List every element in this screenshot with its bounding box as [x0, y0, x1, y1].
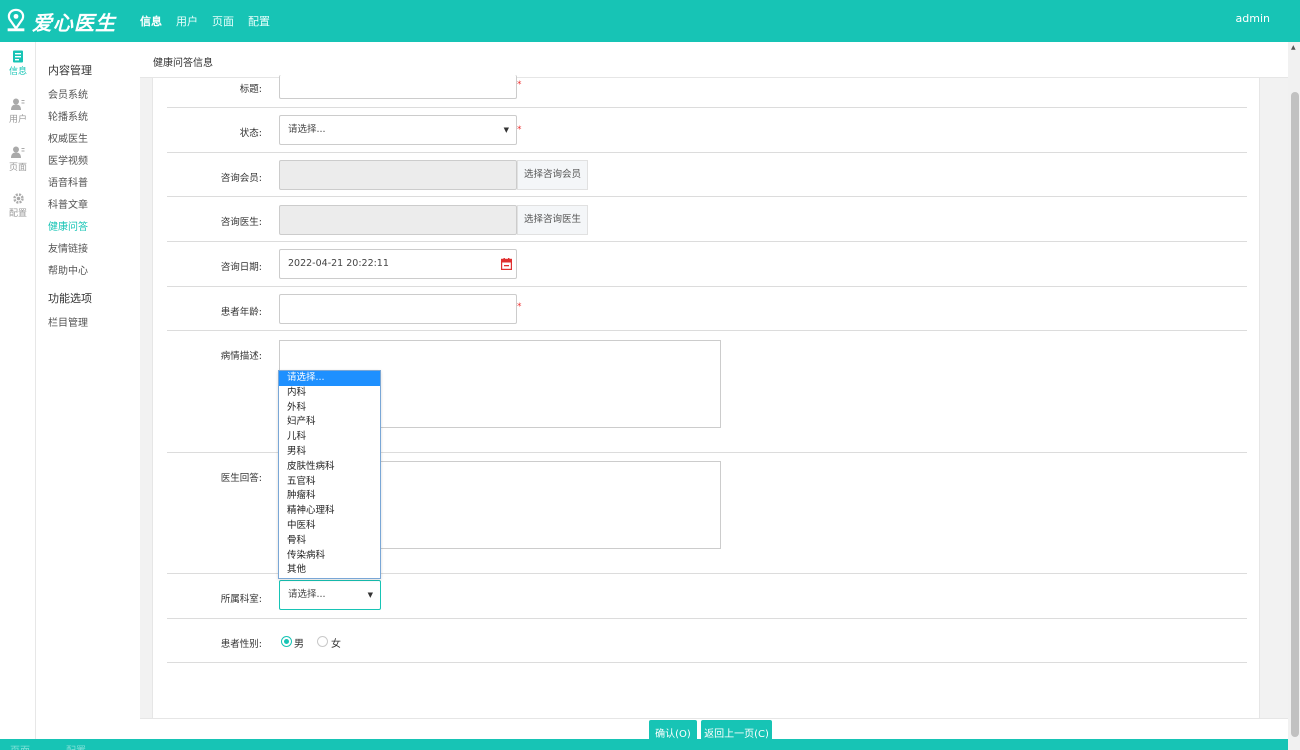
department-select[interactable]: 请选择... ▼ — [279, 580, 381, 610]
rail-item-info[interactable]: 信息 — [0, 50, 36, 77]
title-label: 标题: — [239, 84, 262, 95]
top-nav: 信息 用户 页面 配置 — [140, 0, 284, 42]
dropdown-option[interactable]: 儿科 — [279, 430, 380, 445]
menu-item-links[interactable]: 友情链接 — [48, 240, 88, 255]
row-divider — [167, 330, 1247, 331]
select-member-button[interactable]: 选择咨询会员 — [517, 160, 588, 190]
dropdown-option[interactable]: 皮肤性病科 — [279, 460, 380, 475]
icon-rail: 信息 用户 页面 配置 — [0, 42, 36, 750]
doctor-input[interactable] — [279, 205, 517, 235]
description-label: 病情描述: — [220, 351, 262, 362]
calendar-icon[interactable] — [501, 258, 512, 270]
required-mark: * — [517, 125, 522, 135]
footer-bar: 页面 配置 — [0, 739, 1300, 750]
gear-icon — [12, 193, 24, 204]
gender-option-label: 男 — [294, 639, 304, 650]
menu-group-functions: 功能选项 — [48, 292, 92, 305]
gender-radio-male[interactable] — [281, 636, 292, 647]
rail-label: 信息 — [8, 67, 27, 77]
dropdown-option[interactable]: 骨科 — [279, 534, 380, 549]
status-select-value: 请选择... — [288, 124, 326, 135]
status-label: 状态: — [239, 128, 262, 139]
menu-item-members[interactable]: 会员系统 — [48, 86, 88, 101]
dropdown-option[interactable]: 精神心理科 — [279, 504, 380, 519]
side-menu: 内容管理 会员系统 轮播系统 权威医生 医学视频 语音科普 科普文章 健康问答 … — [36, 42, 140, 750]
select-doctor-button[interactable]: 选择咨询医生 — [517, 205, 588, 235]
row-divider — [167, 241, 1247, 242]
menu-item-videos[interactable]: 医学视频 — [48, 152, 88, 167]
member-input[interactable] — [279, 160, 517, 190]
chevron-down-icon: ▼ — [503, 126, 509, 134]
menu-item-qa[interactable]: 健康问答 — [48, 218, 88, 233]
row-divider — [167, 662, 1247, 663]
top-bar: 爱心医生 信息 用户 页面 配置 admin — [0, 0, 1300, 42]
doctor-label: 咨询医生: — [220, 217, 262, 228]
scrollbar-thumb[interactable] — [1291, 92, 1299, 737]
brand-logo[interactable]: 爱心医生 — [4, 6, 116, 36]
row-divider — [167, 152, 1247, 153]
dropdown-option[interactable]: 外科 — [279, 401, 380, 416]
dropdown-option[interactable]: 内科 — [279, 386, 380, 401]
dropdown-option[interactable]: 中医科 — [279, 519, 380, 534]
required-mark: * — [517, 302, 522, 312]
gender-option-label: 女 — [331, 639, 341, 650]
topnav-item-users[interactable]: 用户 — [176, 13, 198, 29]
row-divider — [167, 196, 1247, 197]
dropdown-option[interactable]: 其他 — [279, 563, 380, 578]
rail-label: 用户 — [8, 115, 27, 125]
topnav-item-info[interactable]: 信息 — [140, 13, 162, 29]
gender-label: 患者性别: — [220, 639, 262, 650]
page-title: 健康问答信息 — [153, 58, 213, 69]
footer-item-config[interactable]: 配置 — [66, 742, 86, 750]
rail-label: 页面 — [8, 163, 27, 173]
date-value: 2022-04-21 20:22:11 — [288, 258, 389, 269]
department-select-value: 请选择... — [288, 589, 326, 600]
footer-item-pages[interactable]: 页面 — [10, 742, 30, 750]
row-divider — [167, 286, 1247, 287]
scroll-up-arrow-icon[interactable]: ▲ — [1291, 44, 1296, 51]
date-label: 咨询日期: — [220, 262, 262, 273]
department-label: 所属科室: — [220, 594, 262, 605]
menu-item-carousel[interactable]: 轮播系统 — [48, 108, 88, 123]
dropdown-option[interactable]: 妇产科 — [279, 415, 380, 430]
topnav-item-pages[interactable]: 页面 — [212, 13, 234, 29]
chevron-down-icon: ▼ — [367, 591, 373, 599]
page-header: 健康问答信息 — [140, 42, 1288, 78]
rail-item-users[interactable]: 用户 — [0, 98, 36, 125]
member-label: 咨询会员: — [220, 173, 262, 184]
topnav-item-config[interactable]: 配置 — [248, 13, 270, 29]
dropdown-option[interactable]: 请选择... — [279, 371, 380, 386]
menu-group-content: 内容管理 — [48, 64, 92, 77]
age-input[interactable] — [279, 294, 517, 324]
answer-label: 医生回答: — [220, 473, 262, 484]
menu-item-columns[interactable]: 栏目管理 — [48, 314, 88, 329]
brand-name: 爱心医生 — [32, 10, 116, 35]
rail-item-pages[interactable]: 页面 — [0, 146, 36, 173]
title-input[interactable] — [279, 75, 517, 99]
department-dropdown: 请选择... 内科 外科 妇产科 儿科 男科 皮肤性病科 五官科 肿瘤科 精神心… — [278, 370, 381, 580]
row-divider — [167, 618, 1247, 619]
dropdown-option[interactable]: 五官科 — [279, 475, 380, 490]
menu-item-audio[interactable]: 语音科普 — [48, 174, 88, 189]
menu-item-help[interactable]: 帮助中心 — [48, 262, 88, 277]
rail-label: 配置 — [8, 209, 27, 219]
rail-item-config[interactable]: 配置 — [0, 192, 36, 219]
user-icon — [11, 98, 25, 110]
dropdown-option[interactable]: 肿瘤科 — [279, 489, 380, 504]
date-input[interactable]: 2022-04-21 20:22:11 — [279, 249, 517, 279]
logo-icon — [7, 8, 25, 32]
status-select[interactable]: 请选择... ▼ — [279, 115, 517, 145]
menu-item-doctors[interactable]: 权威医生 — [48, 130, 88, 145]
dropdown-option[interactable]: 男科 — [279, 445, 380, 460]
current-user[interactable]: admin — [1236, 12, 1270, 25]
gender-radio-female[interactable] — [317, 636, 328, 647]
age-label: 患者年龄: — [220, 307, 262, 318]
doc-icon — [13, 50, 23, 63]
required-mark: * — [517, 80, 522, 90]
row-divider — [167, 107, 1247, 108]
dropdown-option[interactable]: 传染病科 — [279, 549, 380, 564]
menu-item-articles[interactable]: 科普文章 — [48, 196, 88, 211]
user-icon — [11, 146, 25, 158]
